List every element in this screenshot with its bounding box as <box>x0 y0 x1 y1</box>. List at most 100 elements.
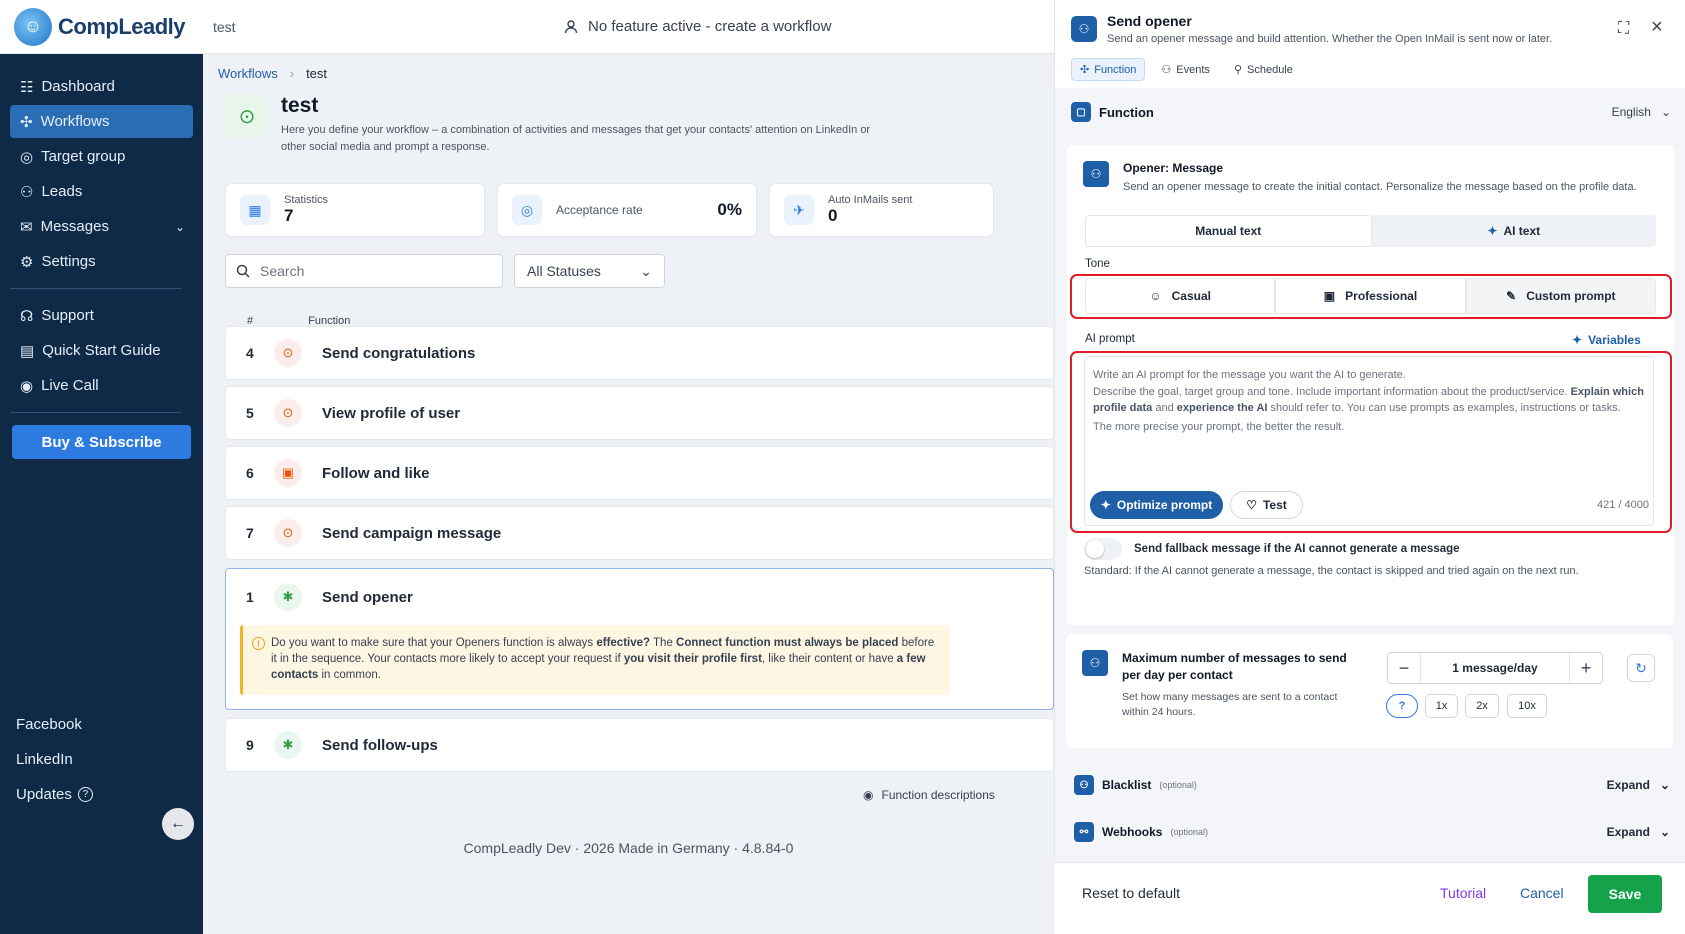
prompt-text: and <box>1152 402 1177 414</box>
table-row[interactable]: 7 ⊙ Send campaign message <box>225 506 1054 560</box>
cancel-button[interactable]: Cancel <box>1520 885 1564 901</box>
sidebar-item-label: Target group <box>41 148 126 165</box>
row-label: Follow and like <box>322 464 430 482</box>
collapse-sidebar-button[interactable]: ← <box>162 808 194 840</box>
table-row[interactable]: 6 ▣ Follow and like <box>225 446 1054 500</box>
stat-label: Statistics <box>284 194 329 206</box>
sidebar-item-label: Workflows <box>40 113 110 130</box>
multiplier-10x[interactable]: 10x <box>1507 694 1547 718</box>
test-button[interactable]: ♡ Test <box>1230 491 1303 519</box>
max-messages-title: Maximum number of messages to send per d… <box>1122 651 1347 682</box>
row-label: Send opener <box>322 588 413 606</box>
sidebar-item-label: Settings <box>41 253 96 270</box>
tone-highlight-box <box>1070 274 1672 319</box>
blacklist-section[interactable]: ⚇ Blacklist (optional) Expand ⌄ <box>1074 775 1670 795</box>
ai-prompt-label: AI prompt <box>1085 333 1135 345</box>
notice-bold: effective? <box>596 637 651 649</box>
updates-link[interactable]: Updates ? <box>16 786 93 803</box>
linkedin-link[interactable]: LinkedIn <box>16 751 73 768</box>
decrement-button[interactable]: − <box>1388 653 1420 683</box>
person-wave-icon: ✱ <box>274 731 302 759</box>
status-filter-select[interactable]: All Statuses ⌄ <box>514 254 665 288</box>
tab-events[interactable]: ⚇ Events <box>1153 58 1218 81</box>
sidebar-item-label: Messages <box>40 218 109 235</box>
webhooks-title: ⚯ Webhooks (optional) <box>1074 822 1208 842</box>
sidebar-item-messages[interactable]: ✉ Messages ⌄ <box>10 210 193 243</box>
multiplier-1x[interactable]: 1x <box>1425 694 1458 718</box>
tutorial-link[interactable]: Tutorial <box>1440 885 1486 901</box>
reset-to-default-button[interactable]: Reset to default <box>1082 885 1180 901</box>
sidebar-item-target-group[interactable]: ◎ Target group <box>10 140 193 173</box>
buy-subscribe-button[interactable]: Buy & Subscribe <box>12 425 191 459</box>
expand-button[interactable]: Expand ⌄ <box>1607 825 1670 839</box>
status-filter-value: All Statuses <box>527 263 601 279</box>
function-descriptions-link[interactable]: ◉ Function descriptions <box>863 788 995 802</box>
fallback-toggle[interactable] <box>1084 538 1122 560</box>
table-row[interactable]: 5 ⊙ View profile of user <box>225 386 1054 440</box>
sidebar-item-workflows[interactable]: ✣ Workflows <box>10 105 193 138</box>
sidebar-item-quick-start-guide[interactable]: ▤ Quick Start Guide <box>10 334 193 367</box>
table-row[interactable]: 9 ✱ Send follow-ups <box>225 718 1054 772</box>
brand-logo[interactable]: ☺ CompLeadly <box>0 0 203 54</box>
sidebar-item-settings[interactable]: ⚙ Settings <box>10 245 193 278</box>
row-label: Send follow-ups <box>322 736 438 754</box>
close-icon[interactable]: × <box>1651 16 1663 39</box>
tab-function[interactable]: ✣ Function <box>1071 58 1146 81</box>
ai-text-option[interactable]: ✦ AI text <box>1372 215 1657 247</box>
stat-card-statistics: ▦ Statistics 7 <box>225 183 485 237</box>
users-icon: ⚇ <box>20 183 34 201</box>
tab-schedule[interactable]: ⚲ Schedule <box>1226 58 1301 81</box>
workflow-icon: ✣ <box>20 113 33 131</box>
stat-value: 0 <box>828 206 838 225</box>
sidebar-item-dashboard[interactable]: ☷ Dashboard <box>10 70 193 103</box>
expand-icon[interactable]: ⛶ <box>1618 20 1629 38</box>
sidebar-item-live-call[interactable]: ◉ Live Call <box>10 369 193 402</box>
page-title: test <box>281 94 319 117</box>
row-number: 4 <box>246 345 254 361</box>
chevron-down-icon: ⌄ <box>174 219 185 234</box>
blacklist-icon: ⚇ <box>1074 775 1094 795</box>
character-counter: 421 / 4000 <box>1597 499 1649 511</box>
webhooks-section[interactable]: ⚯ Webhooks (optional) Expand ⌄ <box>1074 822 1670 842</box>
prompt-text: should refer to. You can use prompts as … <box>1267 402 1621 414</box>
row-number: 9 <box>246 737 254 753</box>
function-section-header: ▢ Function English ⌄ <box>1071 102 1671 122</box>
sidebar-item-leads[interactable]: ⚇ Leads <box>10 175 193 208</box>
search-input[interactable]: Search <box>225 254 503 288</box>
max-messages-subtitle: Set how many messages are sent to a cont… <box>1122 691 1338 718</box>
variables-button[interactable]: ✦ Variables <box>1572 333 1641 347</box>
sidebar-divider <box>10 412 181 413</box>
sidebar-item-support[interactable]: ☊ Support <box>10 299 193 332</box>
stat-value: 0% <box>717 200 742 219</box>
stat-label: Auto InMails sent <box>828 194 913 206</box>
language-select[interactable]: English ⌄ <box>1612 105 1671 119</box>
table-row-expanded[interactable]: 1 ✱ Send opener ! Do you want to make su… <box>225 568 1054 710</box>
save-button[interactable]: Save <box>1588 875 1662 913</box>
optimize-prompt-button[interactable]: ✦ Optimize prompt <box>1090 491 1223 519</box>
stat-value: 7 <box>284 206 294 225</box>
phone-icon: ◉ <box>20 377 34 395</box>
statistics-icon: ▦ <box>240 195 270 225</box>
users-icon: ⚇ <box>1071 16 1097 42</box>
function-section-title: ▢ Function <box>1071 102 1154 122</box>
top-bar: ☺ CompLeadly test No feature active - cr… <box>0 0 1054 54</box>
book-icon: ▤ <box>20 342 35 360</box>
breadcrumb: Workflows › test <box>218 66 327 81</box>
increment-button[interactable]: + <box>1570 653 1602 683</box>
multiplier-2x[interactable]: 2x <box>1465 694 1499 718</box>
feature-status: No feature active - create a workflow <box>563 18 831 35</box>
panel-header: ⚇ Send opener Send an opener message and… <box>1055 0 1685 88</box>
page-footer: CompLeadly Dev · 2026 Made in Germany · … <box>463 840 794 856</box>
breadcrumb-workflows[interactable]: Workflows <box>218 66 278 81</box>
prompt-line: The more precise your prompt, the better… <box>1093 420 1345 433</box>
opener-title: Opener: Message <box>1123 161 1224 175</box>
refresh-button[interactable]: ↻ <box>1627 654 1655 682</box>
camera-icon: ⊙ <box>274 399 302 427</box>
facebook-link[interactable]: Facebook <box>16 716 82 733</box>
expand-button[interactable]: Expand ⌄ <box>1607 778 1670 792</box>
language-value: English <box>1611 105 1651 119</box>
manual-text-option[interactable]: Manual text <box>1085 215 1372 247</box>
events-icon: ⚇ <box>1161 64 1172 76</box>
table-row[interactable]: 4 ⊙ Send congratulations <box>225 326 1054 380</box>
help-button[interactable]: ? <box>1386 694 1418 718</box>
